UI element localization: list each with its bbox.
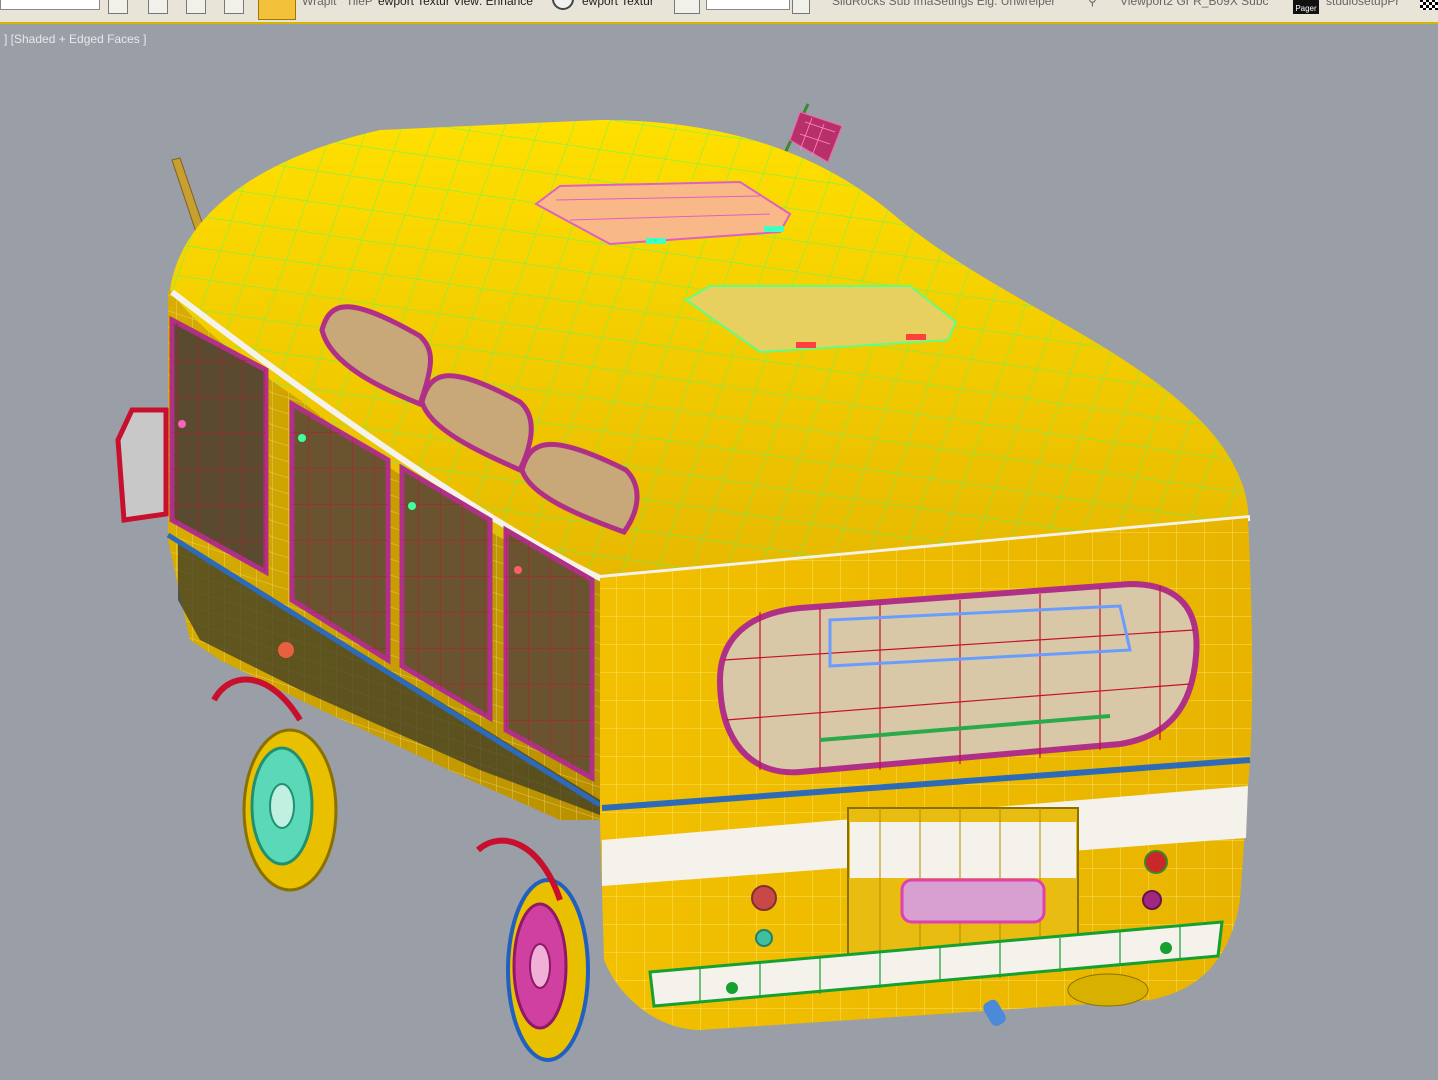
rear-window	[716, 580, 1200, 776]
layout-icon[interactable]	[674, 0, 700, 14]
rear-wheel-left	[242, 728, 338, 892]
radio-button[interactable]	[552, 0, 574, 10]
select-by-name-icon[interactable]	[148, 0, 168, 14]
tile-label[interactable]: TileP	[346, 0, 373, 16]
pager-label: Pager	[1295, 4, 1317, 13]
window-crossing-icon[interactable]	[224, 0, 244, 14]
checker-icon[interactable]	[1420, 0, 1438, 10]
snap-icon[interactable]	[792, 0, 810, 14]
side-mirror	[115, 407, 169, 523]
license-plate-panel	[847, 807, 1079, 959]
studio-label[interactable]: studiosetupPr	[1326, 0, 1399, 16]
select-object-icon[interactable]	[108, 0, 128, 14]
wrapit-label[interactable]: Wrapit	[302, 0, 336, 16]
main-toolbar: Wrapit TileP ewport Textur View: Enhance…	[0, 0, 1438, 24]
value-field[interactable]	[706, 0, 790, 10]
hierarchy-icon[interactable]: ⚲	[1088, 0, 1097, 16]
perspective-viewport[interactable]	[0, 24, 1438, 1080]
subtools-label[interactable]: SlidRocks Sub ImaSetings Elg: Unwreiper	[832, 0, 1055, 16]
move-tool-icon[interactable]	[258, 0, 296, 20]
rear-wheel-right	[506, 878, 590, 1062]
pager-icon[interactable]: Pager	[1293, 0, 1319, 14]
viewport2-label[interactable]: Viewport2 Gr R_B09X Subc	[1120, 0, 1269, 16]
texture-view-label[interactable]: ewport Textur View: Enhance	[378, 0, 533, 16]
name-field[interactable]	[0, 0, 100, 10]
viewport-texture-label[interactable]: ewport Textur	[582, 0, 654, 16]
rectangular-selection-icon[interactable]	[186, 0, 206, 14]
